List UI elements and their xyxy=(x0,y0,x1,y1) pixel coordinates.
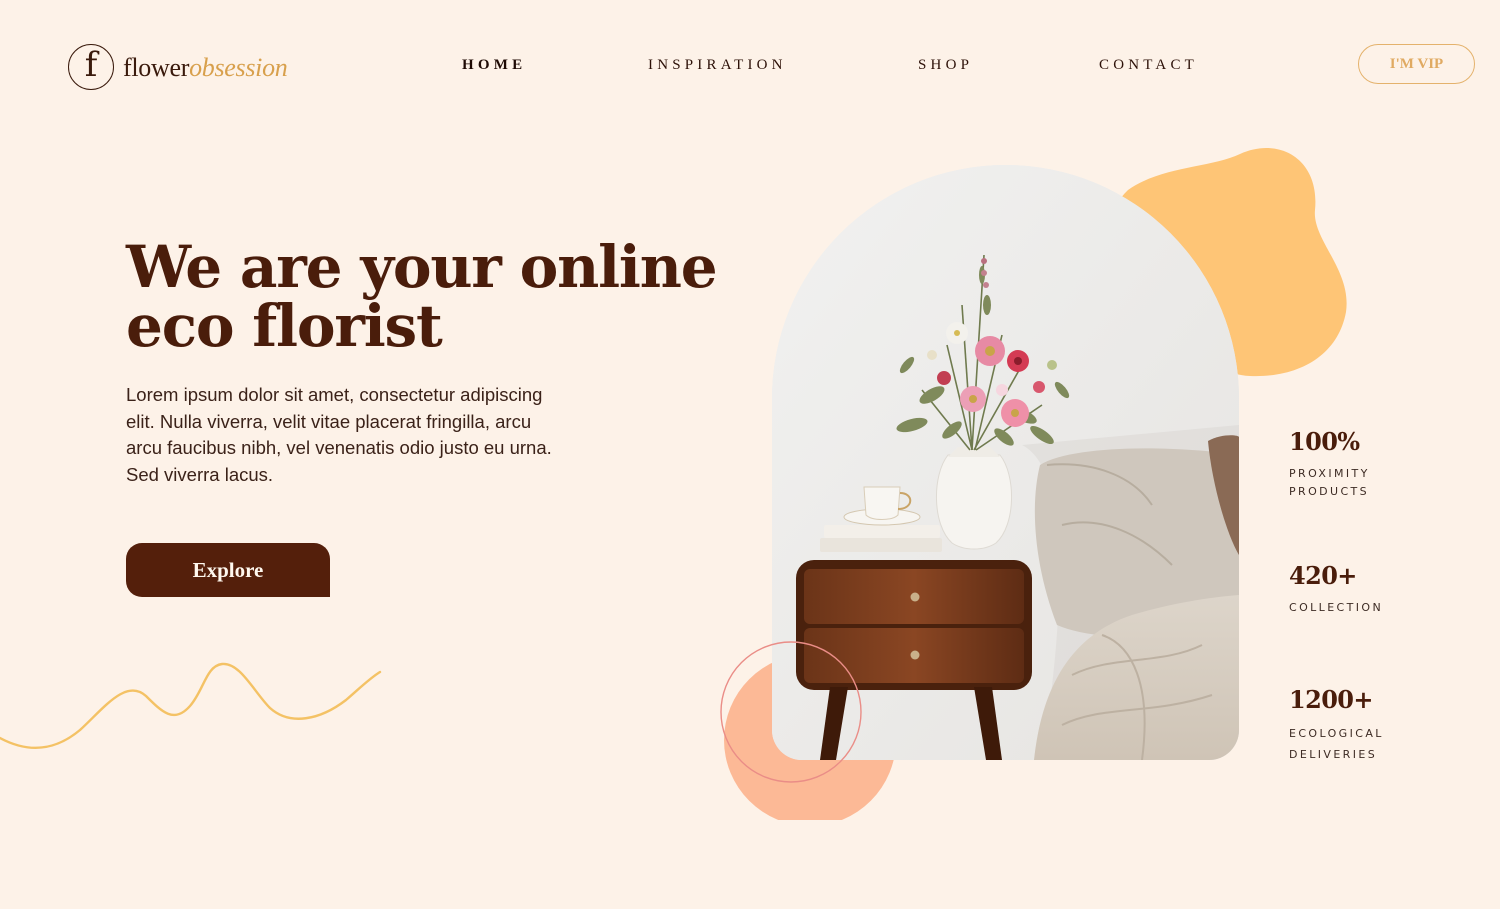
stat-proximity: 100% PROXIMITY PRODUCTS xyxy=(1289,428,1419,501)
nav-home[interactable]: HOME xyxy=(462,57,526,74)
stat-value: 100% xyxy=(1289,427,1360,456)
vip-button[interactable]: I'M VIP xyxy=(1358,44,1475,84)
stat-label-line-2: PRODUCTS xyxy=(1289,485,1370,498)
nav-contact[interactable]: CONTACT xyxy=(1099,57,1198,74)
stat-label-line-1: COLLECTION xyxy=(1289,601,1384,614)
stat-value: 1200+ xyxy=(1289,685,1374,714)
stat-label: PROXIMITY PRODUCTS xyxy=(1289,465,1419,501)
stat-label: COLLECTION xyxy=(1289,599,1419,617)
stat-label: ECOLOGICAL DELIVERIES xyxy=(1289,723,1419,765)
stat-label-line-2: DELIVERIES xyxy=(1289,748,1378,761)
hero-title-line-2: eco florist xyxy=(126,292,443,360)
stat-value: 420+ xyxy=(1289,561,1357,590)
hero-title-line-1: We are your online xyxy=(126,233,718,301)
stat-label-line-1: ECOLOGICAL xyxy=(1289,727,1384,740)
hero-description: Lorem ipsum dolor sit amet, consectetur … xyxy=(126,384,552,486)
explore-button[interactable]: Explore xyxy=(126,543,330,597)
nav-inspiration[interactable]: INSPIRATION xyxy=(648,57,787,74)
main-nav: HOME INSPIRATION SHOP CONTACT xyxy=(0,57,1500,77)
hero-title: We are your online eco florist xyxy=(126,238,746,356)
stat-deliveries: 1200+ ECOLOGICAL DELIVERIES xyxy=(1289,686,1419,765)
outline-circle-decoration xyxy=(720,641,862,783)
stat-collection: 420+ COLLECTION xyxy=(1289,562,1419,617)
nav-shop[interactable]: SHOP xyxy=(918,57,973,74)
stat-label-line-1: PROXIMITY xyxy=(1289,467,1370,480)
squiggle-line-decoration xyxy=(0,662,382,750)
